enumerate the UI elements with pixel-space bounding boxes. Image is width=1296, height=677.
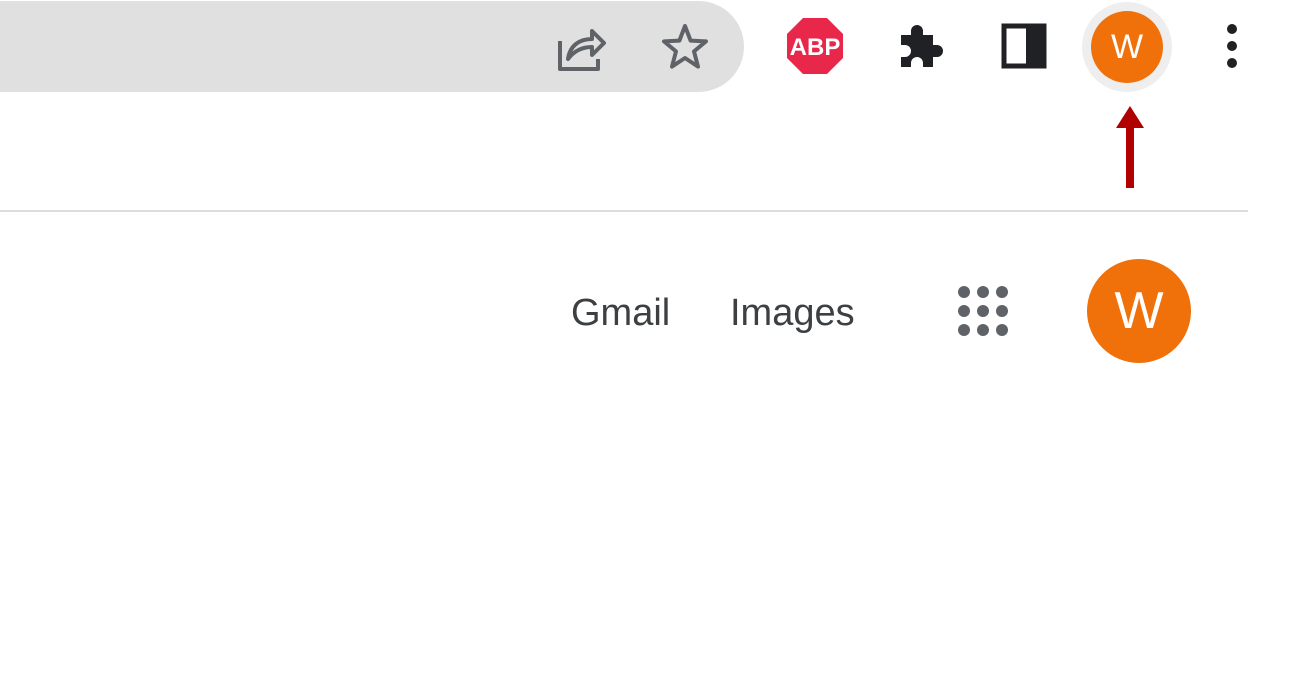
profile-avatar: W xyxy=(1091,11,1163,83)
header-divider xyxy=(0,210,1248,212)
annotation-arrow xyxy=(1116,106,1144,188)
puzzle-extensions-icon xyxy=(901,25,943,67)
browser-menu-button[interactable] xyxy=(1210,14,1254,78)
share-button[interactable] xyxy=(551,18,609,76)
bookmark-star-button[interactable] xyxy=(656,18,714,76)
apps-grid-icon xyxy=(958,286,1008,336)
profile-button[interactable]: W xyxy=(1082,2,1172,92)
side-panel-button[interactable] xyxy=(994,14,1054,78)
google-account-avatar[interactable]: W xyxy=(1087,259,1191,363)
account-initial: W xyxy=(1114,282,1164,340)
gmail-link[interactable]: Gmail xyxy=(571,290,670,336)
profile-initial: W xyxy=(1110,27,1144,66)
share-icon xyxy=(558,29,606,71)
adblock-plus-icon: ABP xyxy=(787,18,843,74)
extensions-button[interactable] xyxy=(888,14,952,78)
google-apps-button[interactable] xyxy=(948,280,1018,350)
more-vert-icon xyxy=(1227,24,1237,68)
images-link[interactable]: Images xyxy=(730,290,855,336)
address-bar[interactable] xyxy=(0,1,744,92)
star-icon xyxy=(662,24,708,69)
adblock-plus-button[interactable]: ABP xyxy=(783,14,847,78)
side-panel-icon xyxy=(1001,23,1047,69)
abp-label: ABP xyxy=(790,34,841,61)
